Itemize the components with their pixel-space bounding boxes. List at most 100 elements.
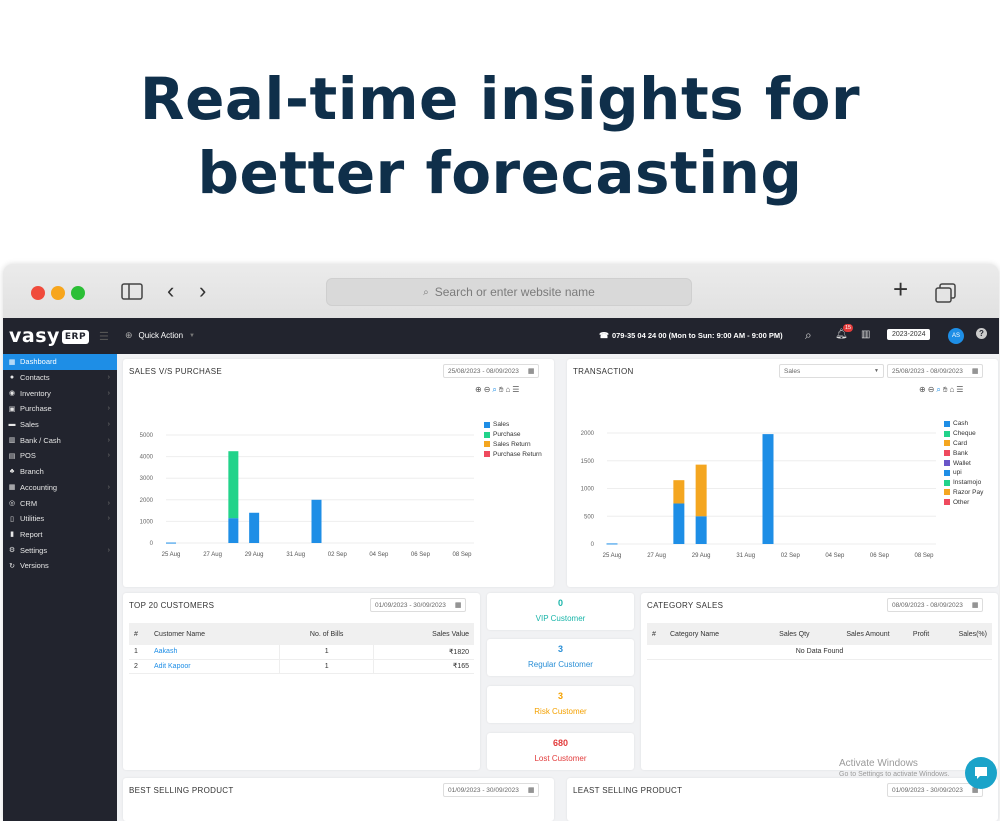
legend-item[interactable]: Razor Pay	[944, 488, 983, 498]
x-tick-label: 31 Aug	[736, 553, 755, 559]
new-tab-icon[interactable]: +	[893, 276, 908, 302]
sidebar-item[interactable]: ▦ Accounting ›	[3, 480, 117, 496]
legend-item[interactable]: Purchase	[484, 430, 542, 440]
row-number: 1	[129, 645, 149, 660]
sales-vs-purchase-date-range[interactable]: 25/08/2023 - 08/09/2023 ▦	[443, 364, 540, 378]
x-tick-label: 08 Sep	[452, 552, 472, 558]
financial-year-select[interactable]: 2023-2024	[887, 329, 931, 340]
forward-icon[interactable]: ›	[199, 280, 206, 302]
quick-action-button[interactable]: ⊕ Quick Action ▼	[125, 330, 195, 341]
maximize-window-dot[interactable]	[71, 286, 85, 300]
sidebar-item[interactable]: ▦ Dashboard	[3, 354, 117, 370]
sidebar-item[interactable]: ▥ Bank / Cash ›	[3, 432, 117, 448]
sidebar-item[interactable]: ▯ Utilities ›	[3, 511, 117, 527]
customer-name-link[interactable]: Adit Kapoor	[149, 659, 280, 674]
search-icon[interactable]: ⌕	[805, 328, 812, 343]
transaction-date-range[interactable]: 25/08/2023 - 08/09/2023 ▦	[887, 364, 984, 378]
app-logo[interactable]: vasy ERP	[9, 325, 90, 347]
lost-customer-card[interactable]: 680 Lost Customer	[487, 733, 634, 770]
sidebar-toggle-icon[interactable]	[121, 283, 143, 300]
shop-icon[interactable]: ▥	[861, 329, 870, 340]
bar-sales[interactable]	[228, 518, 239, 543]
bar-sales[interactable]	[311, 499, 322, 543]
sidebar-item[interactable]: ◉ Inventory ›	[3, 385, 117, 401]
sidebar-item[interactable]: ◎ CRM ›	[3, 495, 117, 511]
sales-vs-purchase-title: SALES V/S PURCHASE	[129, 367, 222, 376]
vip-customer-card[interactable]: 0 VIP Customer	[487, 593, 634, 630]
top-customers-date-range[interactable]: 01/09/2023 - 30/09/2023 ▦	[370, 598, 467, 612]
best-selling-date-range[interactable]: 01/09/2023 - 30/09/2023 ▦	[443, 783, 540, 797]
bar-cash[interactable]	[695, 516, 707, 544]
date-range-text: 01/09/2023 - 30/09/2023	[892, 786, 963, 794]
bar-card[interactable]	[673, 480, 685, 504]
sidebar-item[interactable]: ▣ Purchase ›	[3, 401, 117, 417]
top-customers-table: # Customer Name No. of Bills Sales Value…	[129, 623, 474, 674]
chart-menu-icon[interactable]: ☰	[512, 385, 521, 394]
risk-customer-card[interactable]: 3 Risk Customer	[487, 686, 634, 723]
chat-button[interactable]	[965, 757, 997, 789]
calendar-icon: ▦	[971, 602, 979, 609]
user-avatar[interactable]: AS	[948, 328, 964, 344]
column-header: #	[129, 623, 149, 645]
bar-cash[interactable]	[762, 434, 774, 544]
customer-name-link[interactable]: Aakash	[149, 645, 280, 660]
legend-label: upi	[953, 469, 962, 477]
x-tick-label: 29 Aug	[692, 553, 711, 559]
menu-icon[interactable]: ☰	[99, 330, 109, 343]
column-header: Sales Qty	[753, 623, 815, 645]
back-icon[interactable]: ‹	[167, 280, 174, 302]
sidebar-item-icon: ◎	[8, 500, 16, 508]
bar-cash[interactable]	[606, 543, 618, 545]
legend-item[interactable]: Cheque	[944, 429, 983, 439]
least-selling-card: LEAST SELLING PRODUCT 01/09/2023 - 30/09…	[567, 778, 998, 821]
sidebar-item[interactable]: ↻ Versions	[3, 558, 117, 574]
category-sales-date-range[interactable]: 08/09/2023 - 08/09/2023 ▦	[887, 598, 984, 612]
sidebar-item[interactable]: ♣ Branch	[3, 464, 117, 480]
calendar-icon: ▦	[527, 787, 535, 794]
help-icon[interactable]: ?	[976, 328, 987, 339]
least-selling-date-range[interactable]: 01/09/2023 - 30/09/2023 ▦	[887, 783, 984, 797]
legend-item[interactable]: Other	[944, 497, 983, 507]
regular-customer-card[interactable]: 3 Regular Customer	[487, 639, 634, 676]
sidebar-item-label: Contacts	[20, 373, 50, 383]
close-window-dot[interactable]	[31, 286, 45, 300]
sidebar-item[interactable]: ● Contacts ›	[3, 370, 117, 386]
chart-menu-icon[interactable]: ☰	[956, 385, 965, 394]
bar-card[interactable]	[695, 464, 707, 517]
sidebar-item[interactable]: ▮ Report	[3, 527, 117, 543]
x-tick-label: 06 Sep	[411, 552, 431, 558]
activate-windows-watermark: Activate Windows	[839, 758, 918, 769]
bar-sales[interactable]	[249, 512, 260, 543]
x-tick-label: 08 Sep	[914, 553, 934, 559]
legend-item[interactable]: Card	[944, 439, 983, 449]
chevron-right-icon: ›	[107, 452, 110, 460]
legend-item[interactable]: Sales Return	[484, 440, 542, 450]
y-tick-label: 2000	[581, 431, 595, 437]
bar-sales[interactable]	[166, 542, 176, 544]
minimize-window-dot[interactable]	[51, 286, 65, 300]
legend-label: Bank	[953, 449, 968, 457]
sidebar-item[interactable]: ▬ Sales ›	[3, 417, 117, 433]
top-customers-card: TOP 20 CUSTOMERS 01/09/2023 - 30/09/2023…	[123, 593, 480, 770]
legend-item[interactable]: Sales	[484, 420, 542, 430]
transaction-type-select[interactable]: Sales ▼	[779, 364, 884, 378]
legend-item[interactable]: Wallet	[944, 458, 983, 468]
tabs-overview-icon[interactable]	[935, 283, 957, 303]
y-tick-label: 5000	[140, 433, 154, 439]
address-bar[interactable]: ⌕ Search or enter website name	[326, 278, 692, 306]
legend-label: Cheque	[953, 430, 976, 438]
table-header-row: # Customer Name No. of Bills Sales Value	[129, 623, 474, 645]
bar-cash[interactable]	[673, 503, 685, 544]
sidebar-item-icon: ♣	[9, 468, 15, 476]
sidebar-item[interactable]: ⚙ Settings ›	[3, 542, 117, 558]
bar-purchase[interactable]	[228, 451, 239, 519]
legend-item[interactable]: Bank	[944, 448, 983, 458]
column-header: Customer Name	[149, 623, 280, 645]
legend-label: Cash	[953, 420, 969, 428]
sidebar-item-label: Accounting	[20, 482, 58, 492]
legend-item[interactable]: Cash	[944, 419, 983, 429]
legend-item[interactable]: Purchase Return	[484, 449, 542, 459]
legend-item[interactable]: Instamojo	[944, 478, 983, 488]
sidebar-item[interactable]: ▤ POS ›	[3, 448, 117, 464]
legend-item[interactable]: upi	[944, 468, 983, 478]
